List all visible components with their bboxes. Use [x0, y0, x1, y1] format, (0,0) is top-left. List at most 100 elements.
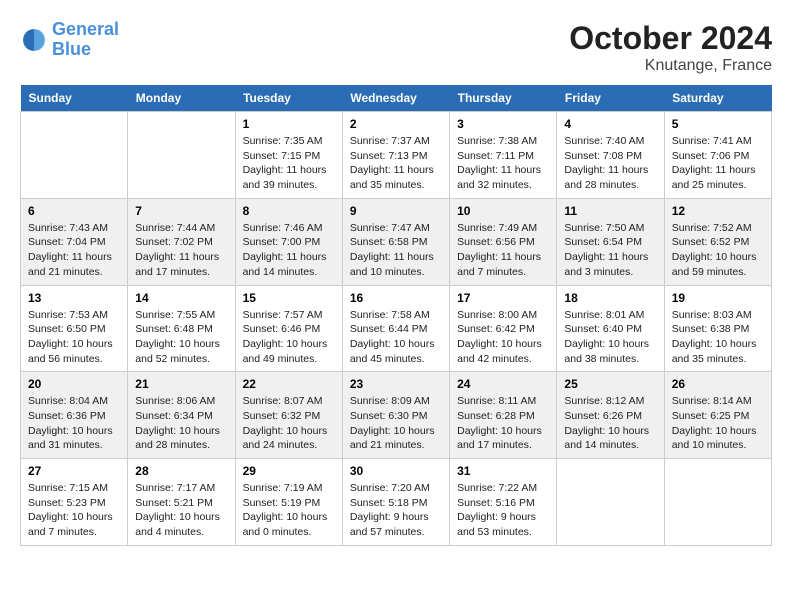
location-title: Knutange, France	[569, 57, 772, 75]
day-number: 28	[135, 464, 227, 478]
day-number: 11	[564, 204, 656, 218]
day-number: 17	[457, 291, 549, 305]
col-thursday: Thursday	[450, 85, 557, 112]
day-number: 21	[135, 377, 227, 391]
calendar-week-row: 27 Sunrise: 7:15 AMSunset: 5:23 PMDayligh…	[21, 459, 772, 546]
logo: GeneralBlue	[20, 20, 119, 60]
day-number: 20	[28, 377, 120, 391]
day-number: 19	[672, 291, 764, 305]
day-number: 10	[457, 204, 549, 218]
table-row: 30 Sunrise: 7:20 AMSunset: 5:18 PMDayligh…	[342, 459, 449, 546]
table-row: 5 Sunrise: 7:41 AMSunset: 7:06 PMDaylight…	[664, 112, 771, 199]
table-row: 7 Sunrise: 7:44 AMSunset: 7:02 PMDaylight…	[128, 198, 235, 285]
day-number: 27	[28, 464, 120, 478]
table-row: 14Sunrise: 7:55 AMSunset: 6:48 PMDayligh…	[128, 285, 235, 372]
day-number: 31	[457, 464, 549, 478]
logo-icon	[20, 26, 48, 54]
table-row: 2 Sunrise: 7:37 AMSunset: 7:13 PMDaylight…	[342, 112, 449, 199]
day-detail: Sunrise: 7:46 AMSunset: 7:00 PMDaylight:…	[243, 221, 335, 280]
day-number: 4	[564, 117, 656, 131]
day-number: 26	[672, 377, 764, 391]
col-wednesday: Wednesday	[342, 85, 449, 112]
day-detail: Sunrise: 7:57 AMSunset: 6:46 PMDaylight:…	[243, 308, 335, 367]
day-number: 24	[457, 377, 549, 391]
table-row: 20 Sunrise: 8:04 AMSunset: 6:36 PMDayligh…	[21, 372, 128, 459]
table-row: 3 Sunrise: 7:38 AMSunset: 7:11 PMDaylight…	[450, 112, 557, 199]
day-number: 12	[672, 204, 764, 218]
table-row: 31 Sunrise: 7:22 AMSunset: 5:16 PMDayligh…	[450, 459, 557, 546]
day-detail: Sunrise: 7:19 AMSunset: 5:19 PMDaylight:…	[243, 481, 335, 540]
day-number: 25	[564, 377, 656, 391]
day-number: 30	[350, 464, 442, 478]
day-number: 2	[350, 117, 442, 131]
calendar-table: Sunday Monday Tuesday Wednesday Thursday…	[20, 85, 772, 546]
table-row	[128, 112, 235, 199]
calendar-week-row: 20 Sunrise: 8:04 AMSunset: 6:36 PMDayligh…	[21, 372, 772, 459]
table-row: 6 Sunrise: 7:43 AMSunset: 7:04 PMDaylight…	[21, 198, 128, 285]
day-detail: Sunrise: 7:49 AMSunset: 6:56 PMDaylight:…	[457, 221, 549, 280]
table-row: 21 Sunrise: 8:06 AMSunset: 6:34 PMDayligh…	[128, 372, 235, 459]
table-row: 4 Sunrise: 7:40 AMSunset: 7:08 PMDaylight…	[557, 112, 664, 199]
calendar-week-row: 1 Sunrise: 7:35 AMSunset: 7:15 PMDaylight…	[21, 112, 772, 199]
day-detail: Sunrise: 7:41 AMSunset: 7:06 PMDaylight:…	[672, 134, 764, 193]
day-number: 29	[243, 464, 335, 478]
table-row: 8 Sunrise: 7:46 AMSunset: 7:00 PMDaylight…	[235, 198, 342, 285]
day-detail: Sunrise: 7:44 AMSunset: 7:02 PMDaylight:…	[135, 221, 227, 280]
day-detail: Sunrise: 7:22 AMSunset: 5:16 PMDaylight:…	[457, 481, 549, 540]
table-row	[557, 459, 664, 546]
table-row: 19 Sunrise: 8:03 AMSunset: 6:38 PMDayligh…	[664, 285, 771, 372]
day-number: 18	[564, 291, 656, 305]
day-detail: Sunrise: 7:52 AMSunset: 6:52 PMDaylight:…	[672, 221, 764, 280]
day-detail: Sunrise: 7:53 AMSunset: 6:50 PMDaylight:…	[28, 308, 120, 367]
day-detail: Sunrise: 8:07 AMSunset: 6:32 PMDaylight:…	[243, 394, 335, 453]
day-detail: Sunrise: 7:50 AMSunset: 6:54 PMDaylight:…	[564, 221, 656, 280]
day-number: 9	[350, 204, 442, 218]
table-row: 28Sunrise: 7:17 AMSunset: 5:21 PMDayligh…	[128, 459, 235, 546]
day-detail: Sunrise: 7:15 AMSunset: 5:23 PMDaylight:…	[28, 481, 120, 540]
calendar-header-row: Sunday Monday Tuesday Wednesday Thursday…	[21, 85, 772, 112]
day-number: 8	[243, 204, 335, 218]
table-row: 10 Sunrise: 7:49 AMSunset: 6:56 PMDayligh…	[450, 198, 557, 285]
day-detail: Sunrise: 7:58 AMSunset: 6:44 PMDaylight:…	[350, 308, 442, 367]
table-row	[664, 459, 771, 546]
col-saturday: Saturday	[664, 85, 771, 112]
day-number: 3	[457, 117, 549, 131]
day-detail: Sunrise: 8:01 AMSunset: 6:40 PMDaylight:…	[564, 308, 656, 367]
day-detail: Sunrise: 7:20 AMSunset: 5:18 PMDaylight:…	[350, 481, 442, 540]
day-number: 22	[243, 377, 335, 391]
table-row: 17 Sunrise: 8:00 AMSunset: 6:42 PMDayligh…	[450, 285, 557, 372]
day-number: 1	[243, 117, 335, 131]
table-row	[21, 112, 128, 199]
col-tuesday: Tuesday	[235, 85, 342, 112]
day-detail: Sunrise: 7:43 AMSunset: 7:04 PMDaylight:…	[28, 221, 120, 280]
day-detail: Sunrise: 8:00 AMSunset: 6:42 PMDaylight:…	[457, 308, 549, 367]
col-sunday: Sunday	[21, 85, 128, 112]
day-detail: Sunrise: 7:38 AMSunset: 7:11 PMDaylight:…	[457, 134, 549, 193]
table-row: 27 Sunrise: 7:15 AMSunset: 5:23 PMDayligh…	[21, 459, 128, 546]
logo-general: General	[52, 19, 119, 39]
table-row: 18 Sunrise: 8:01 AMSunset: 6:40 PMDayligh…	[557, 285, 664, 372]
day-detail: Sunrise: 7:40 AMSunset: 7:08 PMDaylight:…	[564, 134, 656, 193]
day-detail: Sunrise: 7:35 AMSunset: 7:15 PMDaylight:…	[243, 134, 335, 193]
day-number: 15	[243, 291, 335, 305]
col-friday: Friday	[557, 85, 664, 112]
day-number: 5	[672, 117, 764, 131]
day-number: 6	[28, 204, 120, 218]
day-number: 16	[350, 291, 442, 305]
table-row: 26Sunrise: 8:14 AMSunset: 6:25 PMDayligh…	[664, 372, 771, 459]
day-number: 13	[28, 291, 120, 305]
day-number: 7	[135, 204, 227, 218]
table-row: 13 Sunrise: 7:53 AMSunset: 6:50 PMDayligh…	[21, 285, 128, 372]
day-detail: Sunrise: 8:11 AMSunset: 6:28 PMDaylight:…	[457, 394, 549, 453]
day-detail: Sunrise: 8:04 AMSunset: 6:36 PMDaylight:…	[28, 394, 120, 453]
logo-text: GeneralBlue	[52, 20, 119, 60]
table-row: 24 Sunrise: 8:11 AMSunset: 6:28 PMDayligh…	[450, 372, 557, 459]
page-header: GeneralBlue October 2024 Knutange, Franc…	[20, 20, 772, 75]
table-row: 1 Sunrise: 7:35 AMSunset: 7:15 PMDaylight…	[235, 112, 342, 199]
day-detail: Sunrise: 7:37 AMSunset: 7:13 PMDaylight:…	[350, 134, 442, 193]
day-detail: Sunrise: 8:03 AMSunset: 6:38 PMDaylight:…	[672, 308, 764, 367]
table-row: 22 Sunrise: 8:07 AMSunset: 6:32 PMDayligh…	[235, 372, 342, 459]
day-detail: Sunrise: 8:09 AMSunset: 6:30 PMDaylight:…	[350, 394, 442, 453]
day-detail: Sunrise: 8:06 AMSunset: 6:34 PMDaylight:…	[135, 394, 227, 453]
table-row: 9Sunrise: 7:47 AMSunset: 6:58 PMDaylight…	[342, 198, 449, 285]
